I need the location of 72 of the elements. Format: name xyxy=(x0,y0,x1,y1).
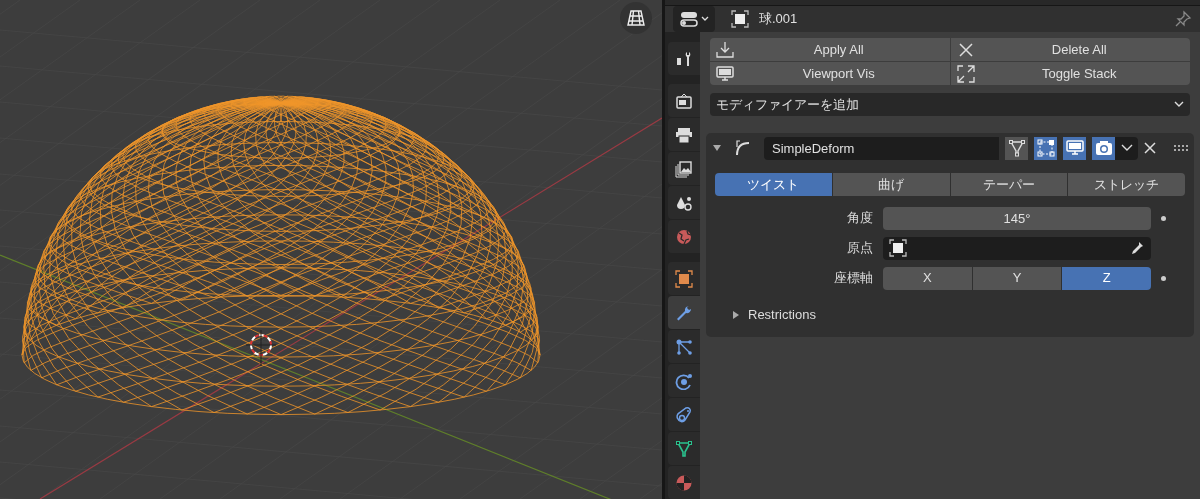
on-cage-icon xyxy=(1007,139,1026,157)
3d-cursor-icon xyxy=(245,329,277,367)
property-tab[interactable] xyxy=(668,42,700,75)
modifier-menu-button[interactable] xyxy=(1115,136,1138,160)
property-tab[interactable] xyxy=(668,84,700,117)
expand-icon xyxy=(956,64,975,83)
square-object-icon xyxy=(675,269,693,288)
axis-option[interactable]: Z xyxy=(1062,266,1151,290)
property-tab[interactable] xyxy=(668,330,700,363)
curve-deform-icon xyxy=(734,139,752,157)
link-chain-icon xyxy=(675,405,693,424)
printer-icon xyxy=(675,125,693,144)
monitor-toggle[interactable] xyxy=(1063,136,1086,160)
node-branch-icon xyxy=(675,337,693,356)
object-name: 球.001 xyxy=(759,10,798,29)
monitor-icon xyxy=(716,64,734,83)
mode-tab[interactable]: ストレッチ xyxy=(1068,173,1185,196)
edit-mode-toggle[interactable] xyxy=(1034,136,1057,160)
toolbar-button[interactable]: Apply All xyxy=(710,38,950,61)
on-cage-toggle[interactable] xyxy=(1005,136,1028,160)
wrench-icon xyxy=(675,303,693,322)
chevron-down-icon xyxy=(1174,101,1184,108)
monitor-icon xyxy=(1065,139,1084,157)
field-label: 角度 xyxy=(846,209,874,228)
angle-field[interactable]: 145° xyxy=(883,206,1151,230)
globe-icon xyxy=(675,227,693,246)
camera-icon xyxy=(1094,139,1113,157)
origin-field[interactable] xyxy=(883,236,1151,260)
object-icon xyxy=(731,10,749,28)
property-tab[interactable] xyxy=(668,364,700,397)
property-tab[interactable] xyxy=(668,432,700,465)
orbit-circle-icon xyxy=(675,371,693,390)
expand-arrow-icon[interactable] xyxy=(732,309,740,320)
axis-option[interactable]: Y xyxy=(972,266,1062,290)
modifier-name-field[interactable]: SimpleDeform xyxy=(764,136,999,160)
add-modifier-dropdown[interactable]: モディファイアーを追加 xyxy=(710,93,1190,116)
close-icon[interactable] xyxy=(1144,142,1156,154)
grid-icon xyxy=(626,9,646,27)
download-icon xyxy=(716,40,734,59)
axis-option[interactable]: X xyxy=(883,266,972,290)
mode-tab[interactable]: テーパー xyxy=(950,173,1068,196)
chevron-down-icon xyxy=(1120,144,1133,152)
close-icon xyxy=(956,40,975,59)
property-tab[interactable] xyxy=(668,398,700,431)
object-icon xyxy=(889,239,907,257)
field-label: 原点 xyxy=(846,239,874,258)
toggle-switch-icon xyxy=(679,10,699,28)
toolbar-button[interactable]: Viewport Vis xyxy=(710,62,950,85)
property-tab[interactable] xyxy=(668,186,700,219)
sphere-material-icon xyxy=(675,473,693,492)
image-stack-icon xyxy=(675,159,693,178)
keyframe-dot-icon[interactable] xyxy=(1161,215,1166,221)
eyedropper-icon[interactable] xyxy=(1129,240,1145,256)
restrictions-subpanel-label[interactable]: Restrictions xyxy=(748,305,816,325)
field-label: 座標軸 xyxy=(833,269,874,288)
editor-type-button[interactable] xyxy=(673,6,715,32)
perspective-toggle-button[interactable] xyxy=(620,2,652,34)
edit-mode-icon xyxy=(1036,139,1055,157)
mode-tab[interactable]: 曲げ xyxy=(832,173,950,196)
toolbar-button[interactable]: Toggle Stack xyxy=(950,62,1190,85)
property-tab[interactable] xyxy=(668,152,700,185)
drag-handle-icon[interactable] xyxy=(1174,145,1188,151)
toolbar-button[interactable]: Delete All xyxy=(950,38,1190,61)
property-tab[interactable] xyxy=(668,262,700,295)
expand-toggle-icon[interactable] xyxy=(712,143,722,153)
mode-tab[interactable]: ツイスト xyxy=(715,173,832,196)
caret-icon xyxy=(701,16,709,22)
pin-icon[interactable] xyxy=(1174,10,1192,28)
camera-toggle[interactable] xyxy=(1092,136,1115,160)
keyframe-dot-icon[interactable] xyxy=(1161,275,1166,281)
triangle-vertices-icon xyxy=(675,439,693,458)
property-tab[interactable] xyxy=(668,118,700,151)
